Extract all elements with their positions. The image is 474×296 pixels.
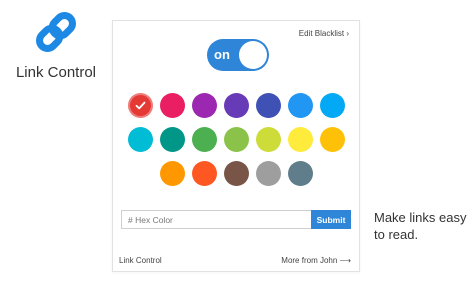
color-swatch[interactable] [191,127,217,152]
color-swatch[interactable] [287,93,313,118]
toggle-knob [239,41,267,69]
swatch-row-2 [113,127,359,152]
color-swatch[interactable] [255,161,281,186]
color-swatch[interactable] [159,93,185,118]
on-off-toggle[interactable]: on [207,39,269,71]
toggle-label: on [214,47,230,62]
popup-panel: Edit Blacklist › on Submit Link Control … [112,20,360,272]
link-chain-icon [36,12,76,52]
submit-button[interactable]: Submit [311,210,351,229]
more-from-john-link[interactable]: More from John ⟶ [281,256,351,265]
swatch-row-1 [113,93,359,118]
brand-name: Link Control [15,64,97,81]
color-swatch[interactable] [287,161,313,186]
footer-link-control[interactable]: Link Control [119,256,162,265]
color-swatch[interactable] [127,127,153,152]
color-swatch[interactable] [159,127,185,152]
color-swatch[interactable] [159,161,185,186]
color-swatch[interactable] [223,127,249,152]
color-swatch[interactable] [287,127,313,152]
brand: Link Control [0,0,112,100]
color-swatch[interactable] [223,93,249,118]
color-swatch[interactable] [191,93,217,118]
tagline: Make links easy to read. [374,210,467,242]
checkmark-icon [135,101,145,110]
color-swatch[interactable] [319,127,345,152]
hex-color-input[interactable] [121,210,311,229]
color-swatch[interactable] [255,93,281,118]
hex-color-form: Submit [121,210,351,229]
edit-blacklist-link[interactable]: Edit Blacklist › [299,29,349,38]
color-swatch[interactable] [191,161,217,186]
color-swatch[interactable] [255,127,281,152]
color-swatch[interactable] [127,93,153,118]
swatch-row-3 [113,161,359,186]
color-swatch[interactable] [319,93,345,118]
color-swatch[interactable] [223,161,249,186]
